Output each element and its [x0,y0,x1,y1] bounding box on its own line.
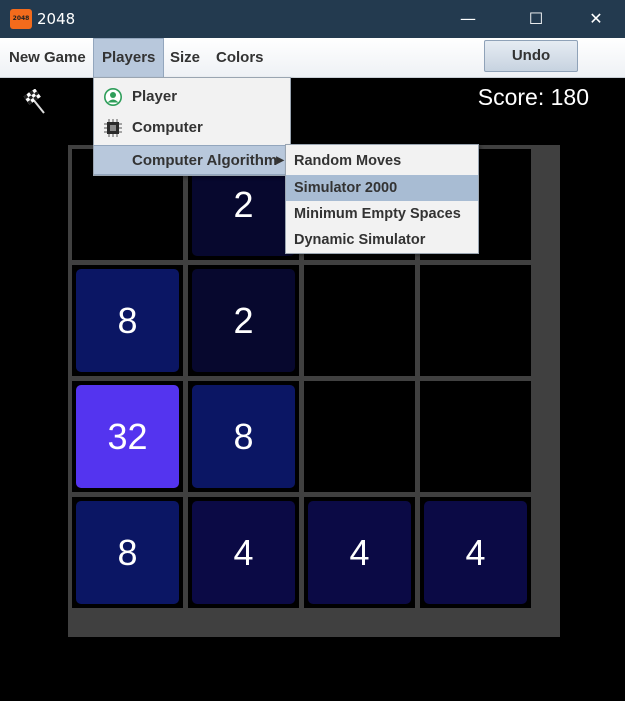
tile: 2 [192,269,295,372]
menu-item-computer-algorithm[interactable]: Computer Algorithm ▶ [94,145,290,175]
score-label: Score: 180 [477,84,589,110]
board-cell: 2 [188,265,299,376]
board-cell [420,265,531,376]
board-cell: 4 [420,497,531,608]
cpu-icon [104,119,122,137]
tile: 32 [76,385,179,488]
minimize-button[interactable]: — [445,0,491,38]
submenu-item-minimum-empty-spaces[interactable]: Minimum Empty Spaces [286,201,478,227]
user-icon [104,88,122,106]
title-bar: 2048 2048 — ☐ ✕ [0,0,625,38]
tile: 8 [192,385,295,488]
board-cell: 8 [72,497,183,608]
undo-button[interactable]: Undo [484,40,578,72]
menu-item-player[interactable]: Player [94,82,290,112]
tile: 4 [308,501,411,604]
board-cell [420,381,531,492]
submenu-item-dynamic-simulator[interactable]: Dynamic Simulator [286,227,478,253]
players-dropdown-menu: Player Computer Computer Algorithm ▶ [93,77,291,176]
maximize-button[interactable]: ☐ [513,0,559,38]
menu-colors[interactable]: Colors [208,38,272,78]
menu-new-game[interactable]: New Game [1,38,94,78]
menu-item-computer-algorithm-label: Computer Algorithm [132,152,278,169]
checkered-flag-icon[interactable] [22,89,48,115]
board-cell: 4 [304,497,415,608]
app-logo-icon: 2048 [10,9,32,29]
submenu-item-simulator-2000[interactable]: Simulator 2000 [286,175,478,201]
tile: 4 [424,501,527,604]
board-cell: 32 [72,381,183,492]
menu-players[interactable]: Players [93,38,165,78]
submenu-arrow-icon: ▶ [276,155,284,166]
menu-size[interactable]: Size [162,38,208,78]
submenu-item-random-moves[interactable]: Random Moves [286,148,478,174]
close-button[interactable]: ✕ [573,0,619,38]
board-cell: 4 [188,497,299,608]
algorithm-submenu: Random Moves Simulator 2000 Minimum Empt… [285,144,479,254]
board-cell: 8 [72,265,183,376]
tile: 8 [76,501,179,604]
window-title: 2048 [37,10,76,28]
tile: 4 [192,501,295,604]
menu-item-player-label: Player [132,88,178,105]
menu-item-computer[interactable]: Computer [94,113,290,143]
board-cell: 8 [188,381,299,492]
board-cell [304,381,415,492]
menu-bar: New Game Players Size Colors Undo [0,38,625,78]
tile: 8 [76,269,179,372]
menu-item-computer-label: Computer [132,119,203,136]
board-cell [304,265,415,376]
